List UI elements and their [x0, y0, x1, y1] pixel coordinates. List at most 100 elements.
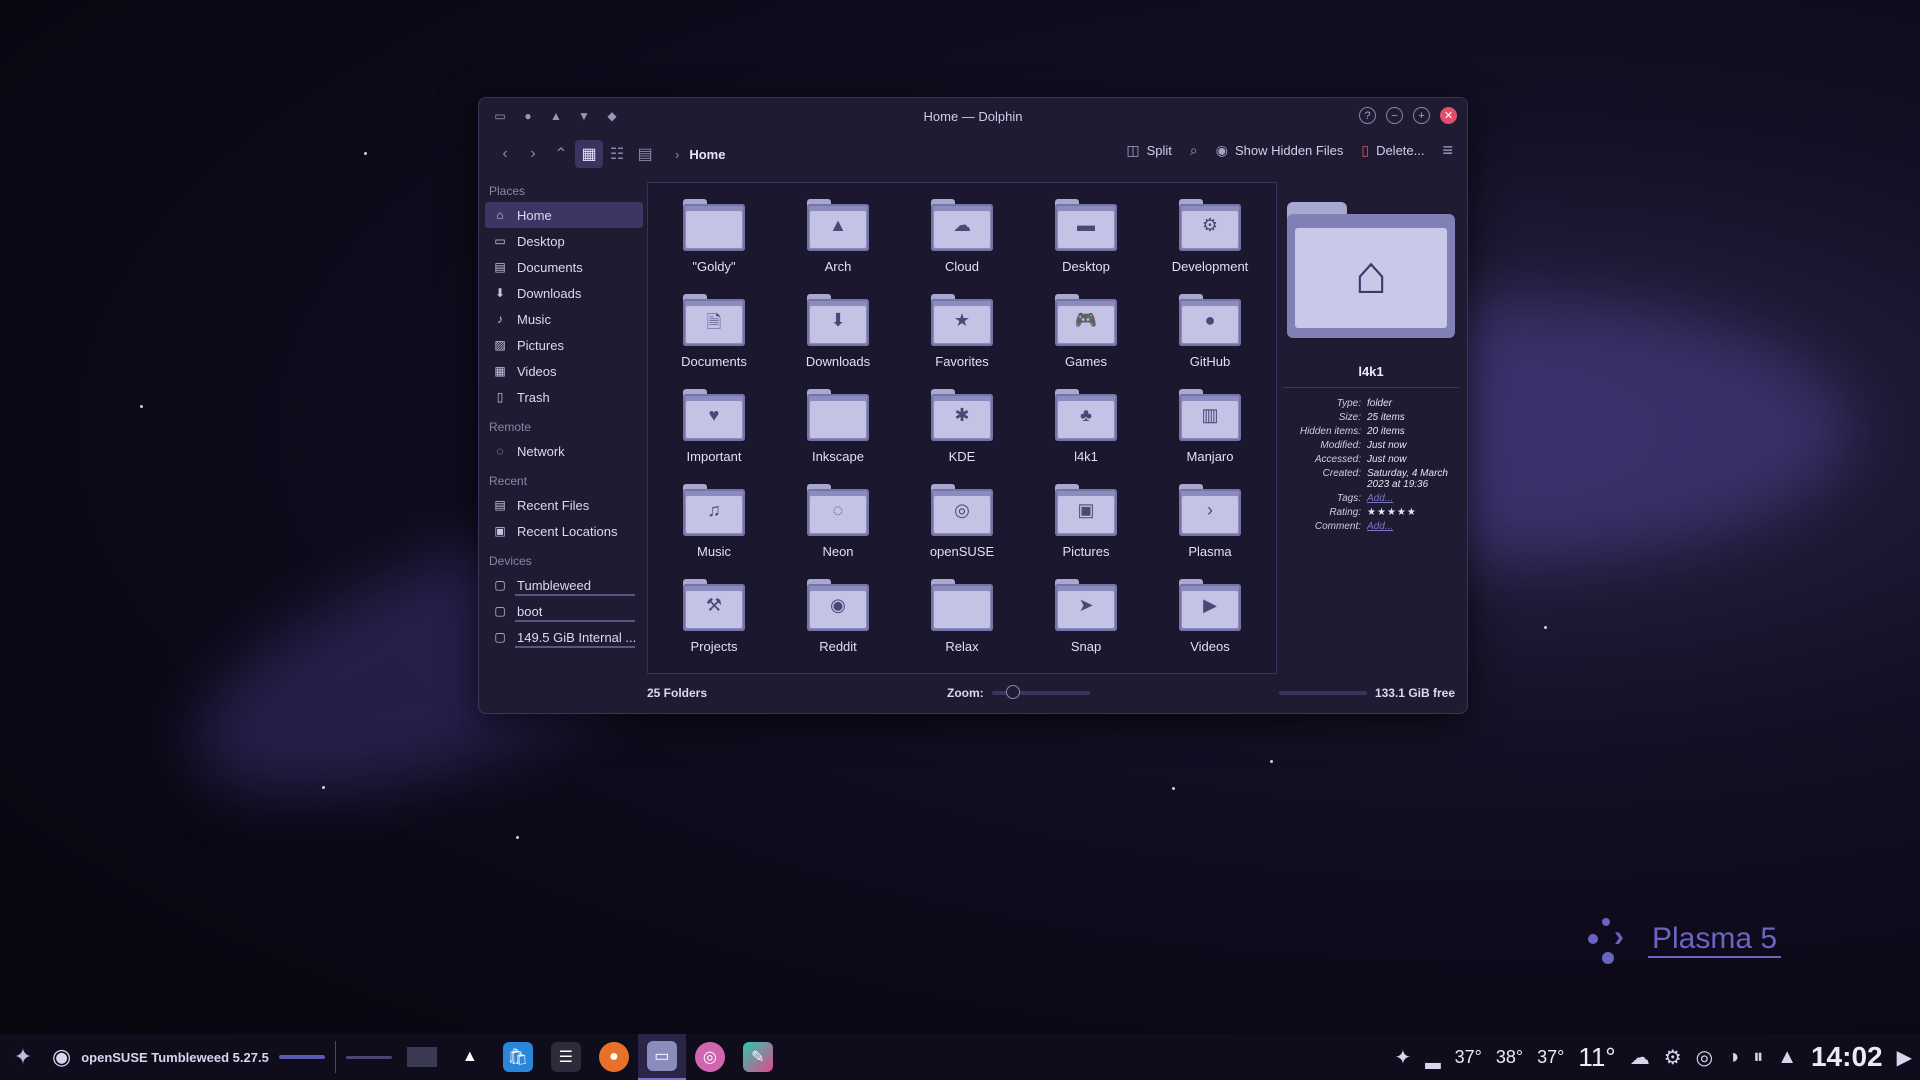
info-row: Created: Saturday, 4 March 2023 at 19:36: [1283, 468, 1459, 490]
up-icon[interactable]: ⌃: [547, 140, 575, 168]
pager-desktop[interactable]: [398, 1034, 446, 1080]
help-button[interactable]: ?: [1359, 107, 1376, 124]
folder-emblem-icon: ♣: [1080, 405, 1092, 425]
plasma-icon[interactable]: ✦: [1394, 1045, 1411, 1070]
close-button[interactable]: ✕: [1440, 107, 1457, 124]
folder-item[interactable]: ⬇ Downloads: [776, 288, 900, 383]
icons-view-icon[interactable]: ▦: [575, 140, 603, 168]
zoom-slider[interactable]: [991, 685, 1090, 699]
folder-item[interactable]: ★ Favorites: [900, 288, 1024, 383]
show-hidden-button[interactable]: ◉ Show Hidden Files: [1216, 142, 1344, 159]
folder-item[interactable]: ✱ KDE: [900, 383, 1024, 478]
folder-item[interactable]: ▬ Desktop: [1024, 193, 1148, 288]
compact-view-icon[interactable]: ☷: [603, 140, 631, 168]
cpu-temp[interactable]: 37°: [1455, 1047, 1482, 1068]
folder-item[interactable]: ➤ Snap: [1024, 573, 1148, 668]
taskbar-dolphin[interactable]: ▭: [637, 1034, 686, 1080]
star-icon[interactable]: ★: [1407, 507, 1417, 518]
forward-icon[interactable]: ›: [519, 140, 547, 168]
folder-item[interactable]: ⚙ Development: [1148, 193, 1272, 288]
folder-item[interactable]: ♥ Important: [652, 383, 776, 478]
rating-row-value[interactable]: ★★★★★: [1367, 507, 1459, 518]
sidebar-item-recent-locations[interactable]: ▣ Recent Locations: [485, 518, 643, 544]
settings-icon[interactable]: ⚙: [1664, 1045, 1682, 1070]
taskbar-firefox[interactable]: ●: [590, 1034, 638, 1080]
star-icon[interactable]: ★: [1387, 507, 1397, 518]
tags-row-value[interactable]: Add...: [1367, 493, 1459, 504]
sidebar-item-music[interactable]: ♪ Music: [485, 306, 643, 332]
show-desktop-icon[interactable]: ▶: [1897, 1045, 1912, 1070]
weather-temp[interactable]: 11°: [1578, 1042, 1615, 1073]
sidebar-item-pictures[interactable]: ▨ Pictures: [485, 332, 643, 358]
folder-item[interactable]: Relax: [900, 573, 1024, 668]
taskbar-chat[interactable]: ◎: [686, 1034, 734, 1080]
delete-button[interactable]: ▯ Delete...: [1361, 142, 1424, 159]
folder-item[interactable]: ☁ Cloud: [900, 193, 1024, 288]
expand-tray-icon[interactable]: ▲: [1777, 1046, 1797, 1069]
zoom-slider-handle[interactable]: [1006, 685, 1021, 699]
folder-label: Arch: [824, 259, 852, 274]
info-value: 25 items: [1367, 412, 1405, 423]
star-icon[interactable]: ★: [1397, 507, 1407, 518]
sidebar-item-documents[interactable]: ▤ Documents: [485, 254, 643, 280]
folder-item[interactable]: ◉ Reddit: [776, 573, 900, 668]
folder-item[interactable]: ▣ Pictures: [1024, 478, 1148, 573]
sidebar-item-downloads[interactable]: ⬇ Downloads: [485, 280, 643, 306]
sidebar-item-network[interactable]: ◌ Network: [485, 438, 643, 464]
folder-item[interactable]: "Goldy": [652, 193, 776, 288]
details-view-icon[interactable]: ▤: [631, 140, 659, 168]
maximize-button[interactable]: +: [1413, 107, 1430, 124]
taskbar-inkscape[interactable]: ▲: [446, 1034, 494, 1080]
shade-icon[interactable]: ◆: [603, 107, 621, 125]
session-widget[interactable]: ◉ openSUSE Tumbleweed 5.27.5: [46, 1034, 398, 1080]
sidebar-item-desktop[interactable]: ▭ Desktop: [485, 228, 643, 254]
folder-item[interactable]: ◌ Neon: [776, 478, 900, 573]
folder-item[interactable]: Inkscape: [776, 383, 900, 478]
folder-item[interactable]: ▶ Videos: [1148, 573, 1272, 668]
folder-item[interactable]: 🗎 Documents: [652, 288, 776, 383]
folder-item[interactable]: ⚒ Projects: [652, 573, 776, 668]
titlebar[interactable]: ▭ ● ▲ ▼ ◆ Home — Dolphin ? − + ✕: [479, 98, 1467, 134]
taskbar-discover[interactable]: 🛍: [494, 1034, 542, 1080]
folder-item[interactable]: ◎ openSUSE: [900, 478, 1024, 573]
folder-item[interactable]: ▲ Arch: [776, 193, 900, 288]
search-button[interactable]: ⌕: [1190, 142, 1198, 159]
comment-row-value[interactable]: Add...: [1367, 521, 1459, 532]
file-view[interactable]: "Goldy" ▲ Arch ☁ Cloud ▬ Desktop ⚙ Development 🗎 D…: [647, 182, 1277, 674]
breadcrumb-home[interactable]: Home: [689, 147, 725, 162]
clock[interactable]: 14:02: [1811, 1041, 1883, 1073]
star-icon[interactable]: ★: [1367, 507, 1377, 518]
taskbar-kdenlive[interactable]: ✎: [734, 1034, 782, 1080]
sidebar-item-recent-files[interactable]: ▤ Recent Files: [485, 492, 643, 518]
pause-icon[interactable]: ⏸: [1753, 1046, 1763, 1069]
sidebar-item-trash[interactable]: ▯ Trash: [485, 384, 643, 410]
gpu-temp[interactable]: 38°: [1496, 1047, 1523, 1068]
folder-item[interactable]: › Plasma: [1148, 478, 1272, 573]
folder-label: Plasma: [1188, 544, 1232, 559]
folder-item[interactable]: ♣ l4k1: [1024, 383, 1148, 478]
split-button[interactable]: ◫ Split: [1126, 142, 1172, 159]
network-settings-icon[interactable]: ◎: [1696, 1045, 1713, 1070]
star-icon[interactable]: ★: [1377, 507, 1387, 518]
keep-above-icon[interactable]: ▲: [547, 107, 565, 125]
folder-label: Reddit: [819, 639, 857, 654]
taskbar-konsole[interactable]: ☰: [542, 1034, 590, 1080]
folder-item[interactable]: ♫ Music: [652, 478, 776, 573]
pin-icon[interactable]: ●: [519, 107, 537, 125]
minimize-button[interactable]: −: [1386, 107, 1403, 124]
folder-item[interactable]: ▥ Manjaro: [1148, 383, 1272, 478]
folder-item[interactable]: 🎮 Games: [1024, 288, 1148, 383]
sidebar-item-home[interactable]: ⌂ Home: [485, 202, 643, 228]
back-icon[interactable]: ‹: [491, 140, 519, 168]
menu-button[interactable]: ≡: [1442, 140, 1453, 161]
disk-temp[interactable]: 37°: [1537, 1047, 1564, 1068]
cloud-icon[interactable]: ☁: [1630, 1045, 1650, 1070]
app-launcher-icon[interactable]: ✦: [0, 1034, 46, 1080]
folder-icon[interactable]: ▭: [491, 107, 509, 125]
places-header: Places: [489, 184, 526, 198]
sidebar-item-videos[interactable]: ▦ Videos: [485, 358, 643, 384]
vpn-icon[interactable]: ◑: [1727, 1046, 1739, 1069]
folder-item[interactable]: ● GitHub: [1148, 288, 1272, 383]
keep-below-icon[interactable]: ▼: [575, 107, 593, 125]
system-monitor-icon[interactable]: ▂: [1425, 1045, 1440, 1070]
